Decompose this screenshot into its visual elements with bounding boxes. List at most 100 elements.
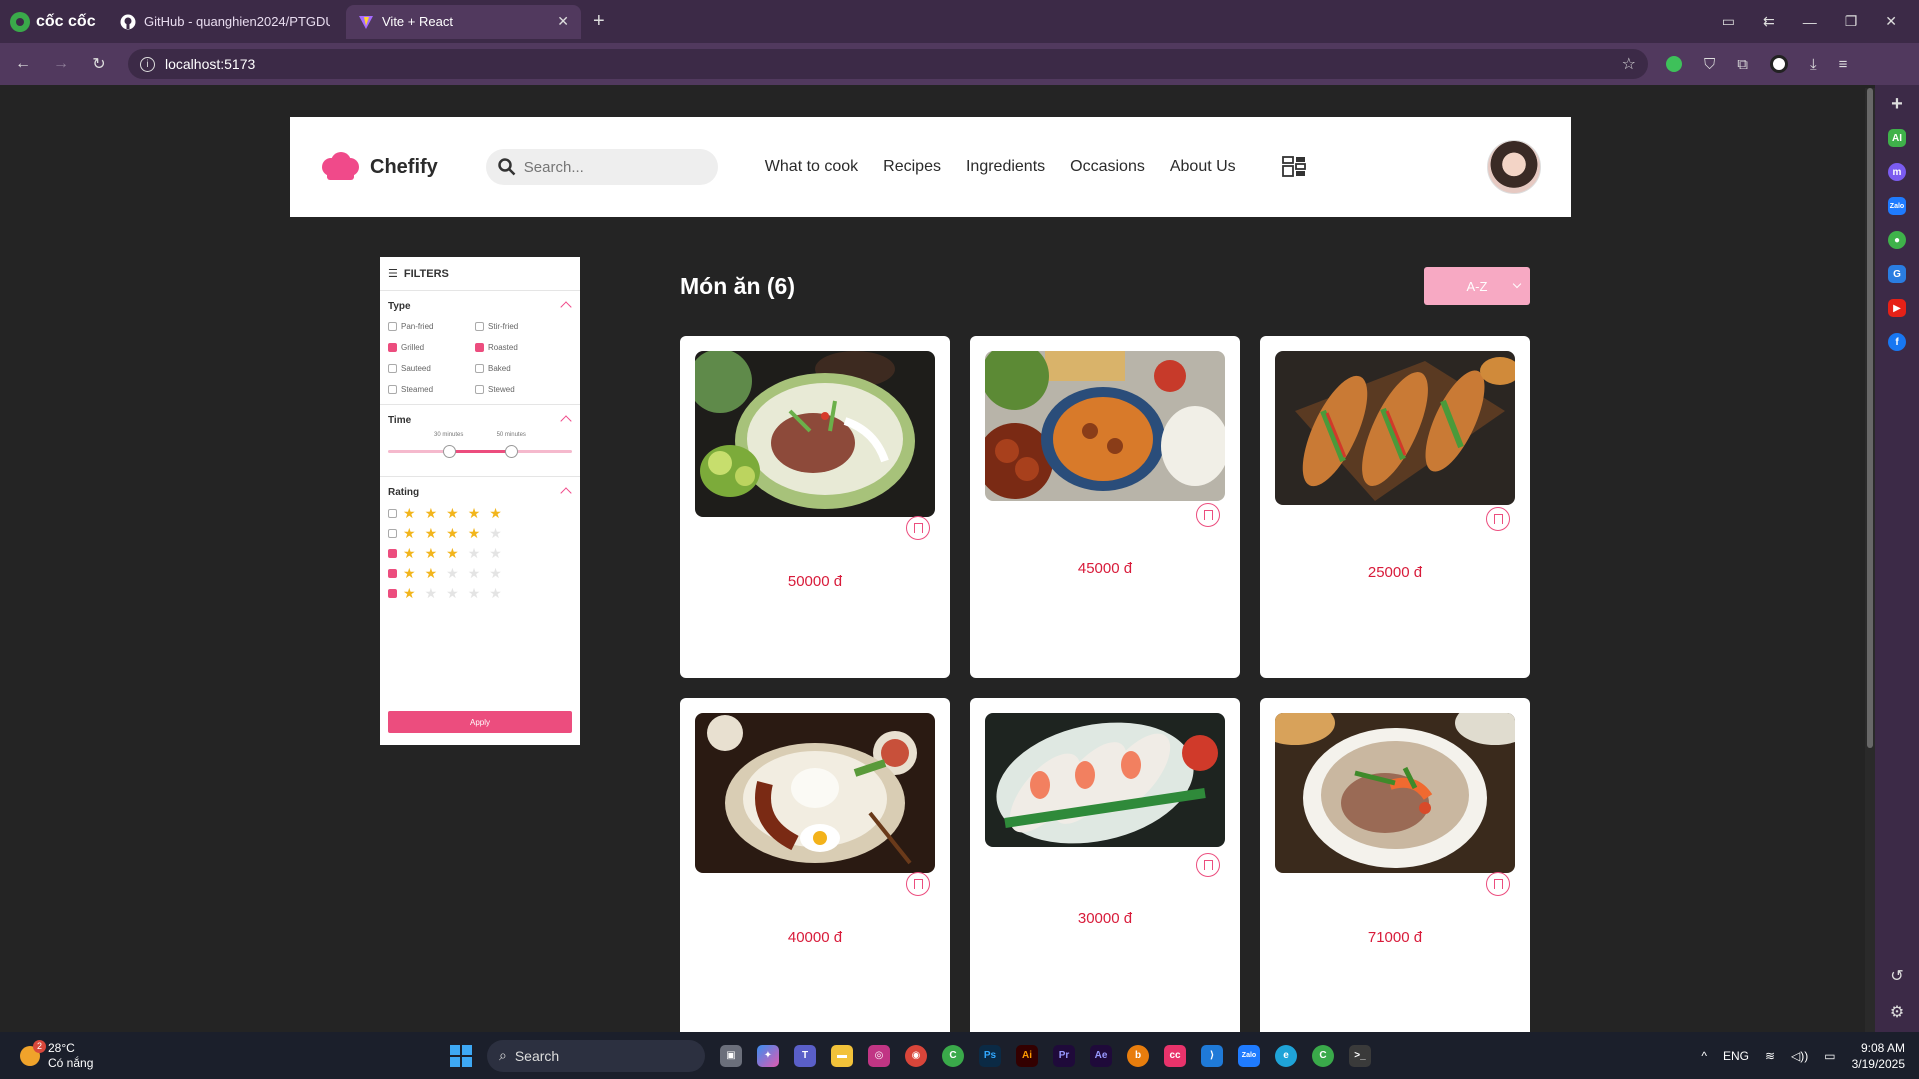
bookmark-icon[interactable] xyxy=(1486,872,1510,896)
game-icon[interactable]: ● xyxy=(1888,231,1906,249)
dark-mode-icon[interactable] xyxy=(1666,56,1682,72)
dish-card[interactable]: 30000 đ xyxy=(970,698,1240,1032)
site-search[interactable] xyxy=(485,149,718,185)
menu-about-us[interactable]: About Us xyxy=(1170,158,1236,176)
download-icon[interactable]: ⤓ xyxy=(1810,56,1817,73)
checkbox[interactable] xyxy=(388,364,397,373)
type-option-sauteed[interactable]: Sauteed xyxy=(388,364,475,373)
bookmark-icon[interactable] xyxy=(1196,503,1220,527)
zalo-icon[interactable]: Zalo xyxy=(1888,197,1906,215)
user-avatar[interactable] xyxy=(1487,140,1541,194)
teams-icon[interactable]: T xyxy=(794,1044,816,1067)
checkbox[interactable] xyxy=(475,322,484,331)
bookmark-star-icon[interactable]: ☆ xyxy=(1622,54,1636,74)
url-field[interactable]: i localhost:5173 ☆ xyxy=(128,49,1648,79)
checkbox[interactable] xyxy=(388,322,397,331)
forward-icon[interactable]: → xyxy=(46,55,76,73)
screenshot-icon[interactable]: ▭ xyxy=(1722,13,1735,30)
type-option-roasted[interactable]: Roasted xyxy=(475,343,562,352)
coccoc-active-icon[interactable]: C xyxy=(1312,1044,1334,1067)
volume-icon[interactable]: ◁)) xyxy=(1791,1049,1808,1063)
rating-option-3[interactable]: ★ ★ ★ ★ ★ xyxy=(388,546,572,560)
slider-min-handle[interactable] xyxy=(442,445,456,458)
scrollbar-thumb[interactable] xyxy=(1867,88,1873,748)
dish-card[interactable]: 25000 đ xyxy=(1260,336,1530,678)
tab-github[interactable]: GitHub - quanghien2024/PTGDUD xyxy=(108,5,342,39)
sort-select[interactable]: A-Z xyxy=(1424,267,1530,305)
type-option-grilled[interactable]: Grilled xyxy=(388,343,475,352)
site-logo[interactable]: Chefify xyxy=(320,152,438,182)
menu-ingredients[interactable]: Ingredients xyxy=(966,158,1045,176)
file-explorer-icon[interactable]: ▬ xyxy=(831,1044,853,1067)
checkbox[interactable] xyxy=(475,364,484,373)
dish-card[interactable]: 40000 đ xyxy=(680,698,950,1032)
menu-what-to-cook[interactable]: What to cook xyxy=(765,158,858,176)
menu-recipes[interactable]: Recipes xyxy=(883,158,941,176)
menu-icon[interactable]: ≡ xyxy=(1839,56,1848,73)
rating-option-2[interactable]: ★ ★ ★ ★ ★ xyxy=(388,566,572,580)
edge-icon[interactable]: e xyxy=(1275,1044,1297,1067)
rating-option-5[interactable]: ★ ★ ★ ★ ★ xyxy=(388,506,572,520)
taskbar-search[interactable]: ⌕ Search xyxy=(487,1039,705,1072)
bookmark-icon[interactable] xyxy=(906,516,930,540)
back-icon[interactable]: ← xyxy=(8,55,38,73)
search-input[interactable] xyxy=(523,158,694,176)
history-icon[interactable]: ↺ xyxy=(1890,966,1903,986)
close-tab-icon[interactable]: ✕ xyxy=(557,13,569,30)
slider-max-handle[interactable] xyxy=(505,445,519,458)
rating-option-1[interactable]: ★ ★ ★ ★ ★ xyxy=(388,586,572,600)
checkbox[interactable] xyxy=(388,568,397,578)
time-range-slider[interactable]: 30 minutes 50 minutes xyxy=(388,432,572,460)
coccoc-icon[interactable]: C xyxy=(942,1044,964,1067)
ai-icon[interactable]: AI xyxy=(1888,129,1906,147)
checkbox[interactable] xyxy=(475,343,484,352)
youtube-icon[interactable]: ▶ xyxy=(1888,299,1906,317)
clock[interactable]: 9:08 AM 3/19/2025 xyxy=(1852,1040,1905,1072)
bookmark-icon[interactable] xyxy=(906,872,930,896)
wifi-icon[interactable]: ≋ xyxy=(1765,1049,1775,1063)
profile-panda-icon[interactable] xyxy=(1769,55,1788,73)
type-option-stewed[interactable]: Stewed xyxy=(475,385,562,394)
type-option-stir-fried[interactable]: Stir-fried xyxy=(475,322,562,331)
checkbox[interactable] xyxy=(388,548,397,558)
creative-cloud-icon[interactable]: cc xyxy=(1164,1044,1186,1067)
checkbox[interactable] xyxy=(475,385,484,394)
instagram-icon[interactable]: ◎ xyxy=(868,1044,890,1067)
site-info-icon[interactable]: i xyxy=(140,56,155,72)
premiere-icon[interactable]: Pr xyxy=(1053,1044,1075,1067)
shield-icon[interactable]: ⛉ xyxy=(1704,56,1715,73)
extensions-icon[interactable]: ⧉ xyxy=(1737,56,1748,73)
terminal-icon[interactable]: >_ xyxy=(1349,1044,1371,1067)
menu-occasions[interactable]: Occasions xyxy=(1070,158,1145,176)
facebook-icon[interactable]: f xyxy=(1888,333,1906,351)
type-option-steamed[interactable]: Steamed xyxy=(388,385,475,394)
translate-icon[interactable]: G xyxy=(1888,265,1906,283)
weather-widget[interactable]: 2 28°C Có nắng xyxy=(20,1039,440,1071)
bookmark-icon[interactable] xyxy=(1486,507,1510,531)
blender-icon[interactable]: b xyxy=(1127,1044,1149,1067)
maximize-icon[interactable]: ❐ xyxy=(1845,13,1858,30)
illustrator-icon[interactable]: Ai xyxy=(1016,1044,1038,1067)
minimize-icon[interactable]: — xyxy=(1803,14,1817,30)
language-indicator[interactable]: ENG xyxy=(1723,1049,1749,1063)
checkbox[interactable] xyxy=(388,528,397,538)
page-scrollbar[interactable] xyxy=(1865,88,1875,1032)
tray-expand-icon[interactable]: ^ xyxy=(1701,1049,1707,1063)
apply-button[interactable]: Apply xyxy=(388,711,572,733)
back-history-icon[interactable]: ⇇ xyxy=(1763,13,1775,30)
windows-start-icon[interactable] xyxy=(450,1044,472,1067)
close-window-icon[interactable]: ✕ xyxy=(1885,13,1897,30)
type-option-pan-fried[interactable]: Pan-fried xyxy=(388,322,475,331)
add-panel-icon[interactable]: + xyxy=(1888,93,1906,115)
checkbox[interactable] xyxy=(388,508,397,518)
vscode-icon[interactable]: ⟩ xyxy=(1201,1044,1223,1067)
checkbox[interactable] xyxy=(388,385,397,394)
task-view-icon[interactable]: ▣ xyxy=(720,1044,742,1067)
photoshop-icon[interactable]: Ps xyxy=(979,1044,1001,1067)
settings-icon[interactable]: ⚙ xyxy=(1890,1002,1904,1022)
qr-grid-icon[interactable] xyxy=(1281,156,1306,178)
new-tab-icon[interactable]: + xyxy=(593,10,605,33)
tab-vite-react[interactable]: Vite + React ✕ xyxy=(346,4,581,39)
copilot-icon[interactable]: ✦ xyxy=(757,1044,779,1067)
type-option-baked[interactable]: Baked xyxy=(475,364,562,373)
